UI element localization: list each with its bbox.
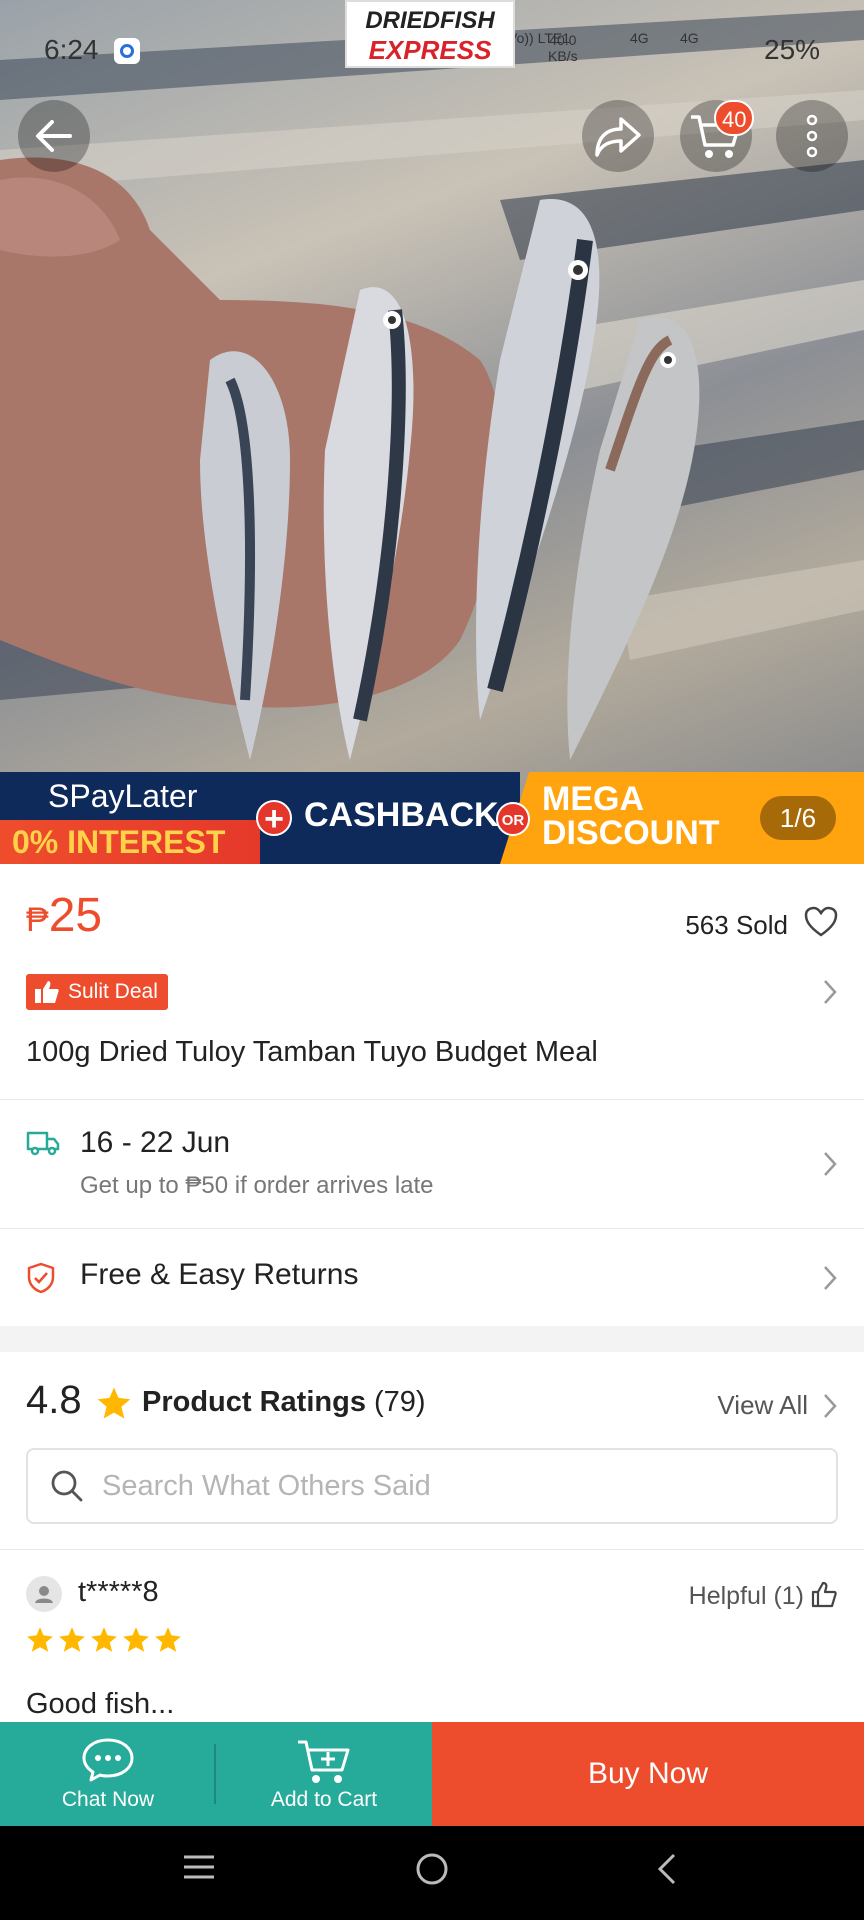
divider <box>0 1228 864 1229</box>
shop-logo-line2: EXPRESS <box>368 35 492 65</box>
bottom-action-bar: Chat Now Add to Cart Buy Now <box>0 1722 864 1826</box>
promo-or-badge: OR <box>496 802 530 836</box>
recent-apps-icon[interactable] <box>182 1852 216 1882</box>
promo-mega-discount: MEGA DISCOUNT <box>542 782 720 850</box>
review-text: Good fish... <box>26 1688 175 1720</box>
chevron-right-icon[interactable] <box>822 978 838 1006</box>
chevron-right-icon <box>824 1266 837 1290</box>
thumbs-up-deal-icon <box>35 981 59 1003</box>
back-arrow-icon <box>36 120 72 152</box>
chat-now-label: Chat Now <box>61 1788 155 1811</box>
rating-score: 4.8 <box>26 1378 82 1422</box>
chevron-right-icon[interactable] <box>822 1392 838 1420</box>
promo-mega: MEGA <box>542 780 644 818</box>
favorite-heart-icon[interactable] <box>804 906 838 938</box>
sold-count: 563 Sold <box>685 910 788 940</box>
back-button[interactable] <box>18 100 90 172</box>
ratings-count: (79) <box>373 1386 426 1418</box>
review-stars <box>26 1626 182 1653</box>
promo-banner[interactable]: SPayLater 0% INTEREST + CASHBACK OR MEGA… <box>0 772 864 864</box>
add-cart-icon <box>298 1740 350 1783</box>
user-avatar-icon <box>35 1586 53 1603</box>
divider <box>0 1549 864 1550</box>
promo-plus-icon: + <box>256 800 292 836</box>
more-options-button[interactable] <box>776 100 848 172</box>
network-speed-unit: KB/s <box>548 48 578 64</box>
star-icon <box>155 1627 181 1652</box>
star-icon <box>59 1627 85 1652</box>
chevron-right-icon <box>824 1152 837 1176</box>
cart-count-badge: 40 <box>714 100 755 136</box>
delivery-truck-icon <box>26 1131 60 1156</box>
avatar <box>26 1576 62 1612</box>
search-icon <box>51 1470 83 1502</box>
star-icon <box>97 1387 131 1419</box>
add-to-cart-label: Add to Cart <box>270 1788 378 1811</box>
product-image[interactable]: 6:24 40.0 KB/s Vo)) LTE1 4G 4G 25% DRIED… <box>0 0 864 864</box>
image-counter: 1/6 <box>760 796 836 840</box>
promo-interest: 0% INTEREST <box>0 820 290 864</box>
sulit-deal-label: Sulit Deal <box>68 980 158 1003</box>
promo-discount: DISCOUNT <box>542 814 720 852</box>
battery-level: 25% <box>764 34 821 65</box>
chat-now-button[interactable]: Chat Now <box>0 1722 216 1826</box>
shield-check-icon <box>27 1262 55 1294</box>
add-to-cart-button[interactable]: Add to Cart <box>216 1722 432 1826</box>
reviews-search-input[interactable] <box>102 1469 802 1503</box>
section-spacer <box>0 1326 864 1352</box>
buy-now-button[interactable]: Buy Now <box>432 1722 864 1826</box>
reviews-search-box[interactable] <box>26 1448 838 1524</box>
system-navigation-bar <box>0 1826 864 1920</box>
view-all-ratings-link[interactable]: View All <box>717 1390 808 1421</box>
signal-label-2: 4G <box>680 30 699 46</box>
promo-cashback: CASHBACK <box>304 796 499 834</box>
home-circle-icon[interactable] <box>415 1852 449 1886</box>
reviewer-username: t*****8 <box>78 1576 159 1608</box>
delivery-dates: 16 - 22 Jun <box>80 1126 231 1159</box>
share-button[interactable] <box>582 100 654 172</box>
sulit-deal-badge[interactable]: Sulit Deal <box>26 974 168 1010</box>
price-value: 25 <box>48 889 103 942</box>
promo-spaylater: SPayLater <box>48 778 198 814</box>
star-icon <box>91 1627 117 1652</box>
star-icon <box>27 1627 53 1652</box>
status-time: 6:24 <box>44 34 99 65</box>
helpful-button[interactable]: Helpful (1) <box>689 1582 804 1611</box>
notification-app-icon <box>114 38 140 64</box>
product-ratings-heading: Product Ratings (79) <box>142 1386 426 1419</box>
free-returns-label: Free & Easy Returns <box>80 1258 359 1291</box>
divider <box>0 1099 864 1100</box>
star-icon <box>123 1627 149 1652</box>
promo-spaylater-segment: SPayLater 0% INTEREST <box>0 772 290 864</box>
shop-logo-line1: DRIEDFISH <box>365 7 495 34</box>
late-delivery-guarantee: Get up to ₱50 if order arrives late <box>80 1172 434 1199</box>
shop-logo: DRIEDFISH EXPRESS <box>345 0 515 68</box>
volte-label: Vo)) LTE1 <box>508 30 570 46</box>
product-ratings-label: Product Ratings <box>142 1386 366 1418</box>
product-title: 100g Dried Tuloy Tamban Tuyo Budget Meal <box>26 1036 598 1068</box>
signal-label-1: 4G <box>630 30 649 46</box>
system-back-icon[interactable] <box>656 1852 678 1886</box>
more-vertical-icon <box>806 114 818 158</box>
thumbs-up-icon[interactable] <box>810 1580 838 1608</box>
price-currency: ₱ <box>26 901 49 939</box>
product-price: ₱25 <box>26 888 102 943</box>
share-icon <box>595 117 641 157</box>
chat-bubble-icon <box>82 1738 134 1782</box>
